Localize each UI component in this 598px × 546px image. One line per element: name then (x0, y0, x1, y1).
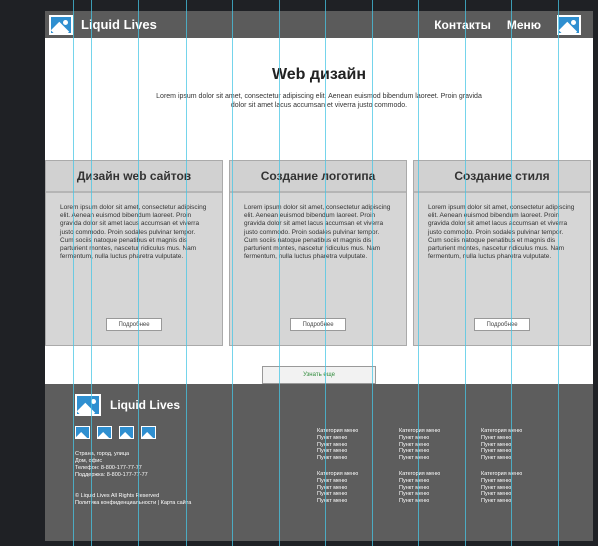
footer-info: Liquid Lives Страна, город, улица Дом, о… (75, 394, 305, 507)
social-image-icon[interactable] (75, 426, 90, 439)
menu-item[interactable]: Пункт меню (399, 448, 465, 455)
card-text: Lorem ipsum dolor sit amet, consectetur … (60, 204, 207, 261)
menu-category[interactable]: Категория меню (481, 471, 547, 478)
menu-item[interactable]: Пункт меню (399, 491, 465, 498)
menu-item[interactable]: Пункт меню (317, 448, 383, 455)
menu-category[interactable]: Категория меню (399, 428, 465, 435)
menu-item[interactable]: Пункт меню (317, 442, 383, 449)
menu-item[interactable]: Пункт меню (317, 491, 383, 498)
social-links (75, 426, 305, 439)
card-text: Lorem ipsum dolor sit amet, consectetur … (244, 204, 391, 261)
social-image-icon[interactable] (119, 426, 134, 439)
footer-menu-column: Категория меню Пункт меню Пункт меню Пун… (399, 428, 465, 514)
contact-address: Страна, город, улица (75, 451, 130, 457)
footer-legal: © Liquid Lives All Rights Reserved Полит… (75, 493, 305, 507)
legal-links[interactable]: Политика конфиденциальности | Карта сайт… (75, 500, 305, 507)
footer-menu-column: Категория меню Пункт меню Пункт меню Пун… (317, 428, 383, 514)
menu-item[interactable]: Пункт меню (399, 455, 465, 462)
social-image-icon[interactable] (141, 426, 156, 439)
nav-link-contacts[interactable]: Контакты (434, 18, 491, 32)
page-canvas: Liquid Lives Контакты Меню Web дизайн Lo… (45, 11, 593, 541)
menu-item[interactable]: Пункт меню (399, 485, 465, 492)
menu-group: Категория меню Пункт меню Пункт меню Пун… (399, 471, 465, 505)
menu-group: Категория меню Пункт меню Пункт меню Пун… (481, 428, 547, 462)
menu-item[interactable]: Пункт меню (481, 498, 547, 505)
card-more-button[interactable]: Подробнее (474, 318, 530, 331)
menu-item[interactable]: Пункт меню (317, 485, 383, 492)
menu-item[interactable]: Пункт меню (481, 442, 547, 449)
service-card: Дизайн web сайтов Lorem ipsum dolor sit … (45, 160, 223, 346)
menu-category[interactable]: Категория меню (317, 428, 383, 435)
menu-category[interactable]: Категория меню (317, 471, 383, 478)
menu-item[interactable]: Пункт меню (481, 485, 547, 492)
service-card: Создание стиля Lorem ipsum dolor sit ame… (413, 160, 591, 346)
menu-item[interactable]: Пункт меню (481, 435, 547, 442)
menu-category[interactable]: Категория меню (399, 471, 465, 478)
menu-item[interactable]: Пункт меню (481, 455, 547, 462)
learn-more-button[interactable]: Узнать еще (262, 366, 376, 384)
main-nav: Контакты Меню (434, 14, 581, 35)
service-cards: Дизайн web сайтов Lorem ipsum dolor sit … (45, 160, 593, 346)
social-image-icon[interactable] (97, 426, 112, 439)
menu-item[interactable]: Пункт меню (481, 491, 547, 498)
menu-item[interactable]: Пункт меню (399, 442, 465, 449)
contact-office: Дом, офис (75, 458, 103, 464)
hero-section: Web дизайн Lorem ipsum dolor sit amet, c… (45, 38, 593, 160)
footer-brand-row: Liquid Lives (75, 394, 305, 416)
copyright-text: © Liquid Lives All Rights Reserved (75, 493, 160, 499)
menu-item[interactable]: Пункт меню (317, 498, 383, 505)
brand-name[interactable]: Liquid Lives (81, 17, 157, 32)
site-header: Liquid Lives Контакты Меню (45, 11, 593, 38)
menu-group: Категория меню Пункт меню Пункт меню Пун… (481, 471, 547, 505)
card-title: Создание стиля (414, 161, 590, 193)
header-image-icon (557, 14, 581, 35)
service-card: Создание логотипа Lorem ipsum dolor sit … (229, 160, 407, 346)
hero-text: Lorem ipsum dolor sit amet, consectetur … (156, 93, 482, 109)
menu-group: Категория меню Пункт меню Пункт меню Пун… (317, 471, 383, 505)
menu-item[interactable]: Пункт меню (399, 435, 465, 442)
menu-item[interactable]: Пункт меню (399, 478, 465, 485)
menu-item[interactable]: Пункт меню (317, 455, 383, 462)
menu-group: Категория меню Пункт меню Пункт меню Пун… (399, 428, 465, 462)
footer-menu-column: Категория меню Пункт меню Пункт меню Пун… (481, 428, 547, 514)
card-text: Lorem ipsum dolor sit amet, consectetur … (428, 204, 575, 261)
footer-menu: Категория меню Пункт меню Пункт меню Пун… (317, 428, 547, 514)
menu-category[interactable]: Категория меню (481, 428, 547, 435)
menu-item[interactable]: Пункт меню (481, 478, 547, 485)
menu-item[interactable]: Пункт меню (317, 435, 383, 442)
menu-item[interactable]: Пункт меню (481, 448, 547, 455)
nav-link-menu[interactable]: Меню (507, 18, 541, 32)
footer-brand-name[interactable]: Liquid Lives (110, 398, 180, 412)
card-title: Дизайн web сайтов (46, 161, 222, 193)
footer-logo-icon[interactable] (75, 394, 101, 416)
site-footer: Liquid Lives Страна, город, улица Дом, о… (45, 384, 593, 541)
card-title: Создание логотипа (230, 161, 406, 193)
card-more-button[interactable]: Подробнее (106, 318, 162, 331)
contact-phone: Телефон: 8-800-177-77-77 (75, 465, 142, 471)
menu-group: Категория меню Пункт меню Пункт меню Пун… (317, 428, 383, 462)
menu-item[interactable]: Пункт меню (399, 498, 465, 505)
logo-image-icon[interactable] (49, 14, 73, 35)
hero-title: Web дизайн (271, 66, 367, 83)
menu-item[interactable]: Пункт меню (317, 478, 383, 485)
contact-support: Поддержка: 8-800-177-77-77 (75, 472, 148, 478)
card-more-button[interactable]: Подробнее (290, 318, 346, 331)
footer-contacts: Страна, город, улица Дом, офис Телефон: … (75, 451, 305, 479)
